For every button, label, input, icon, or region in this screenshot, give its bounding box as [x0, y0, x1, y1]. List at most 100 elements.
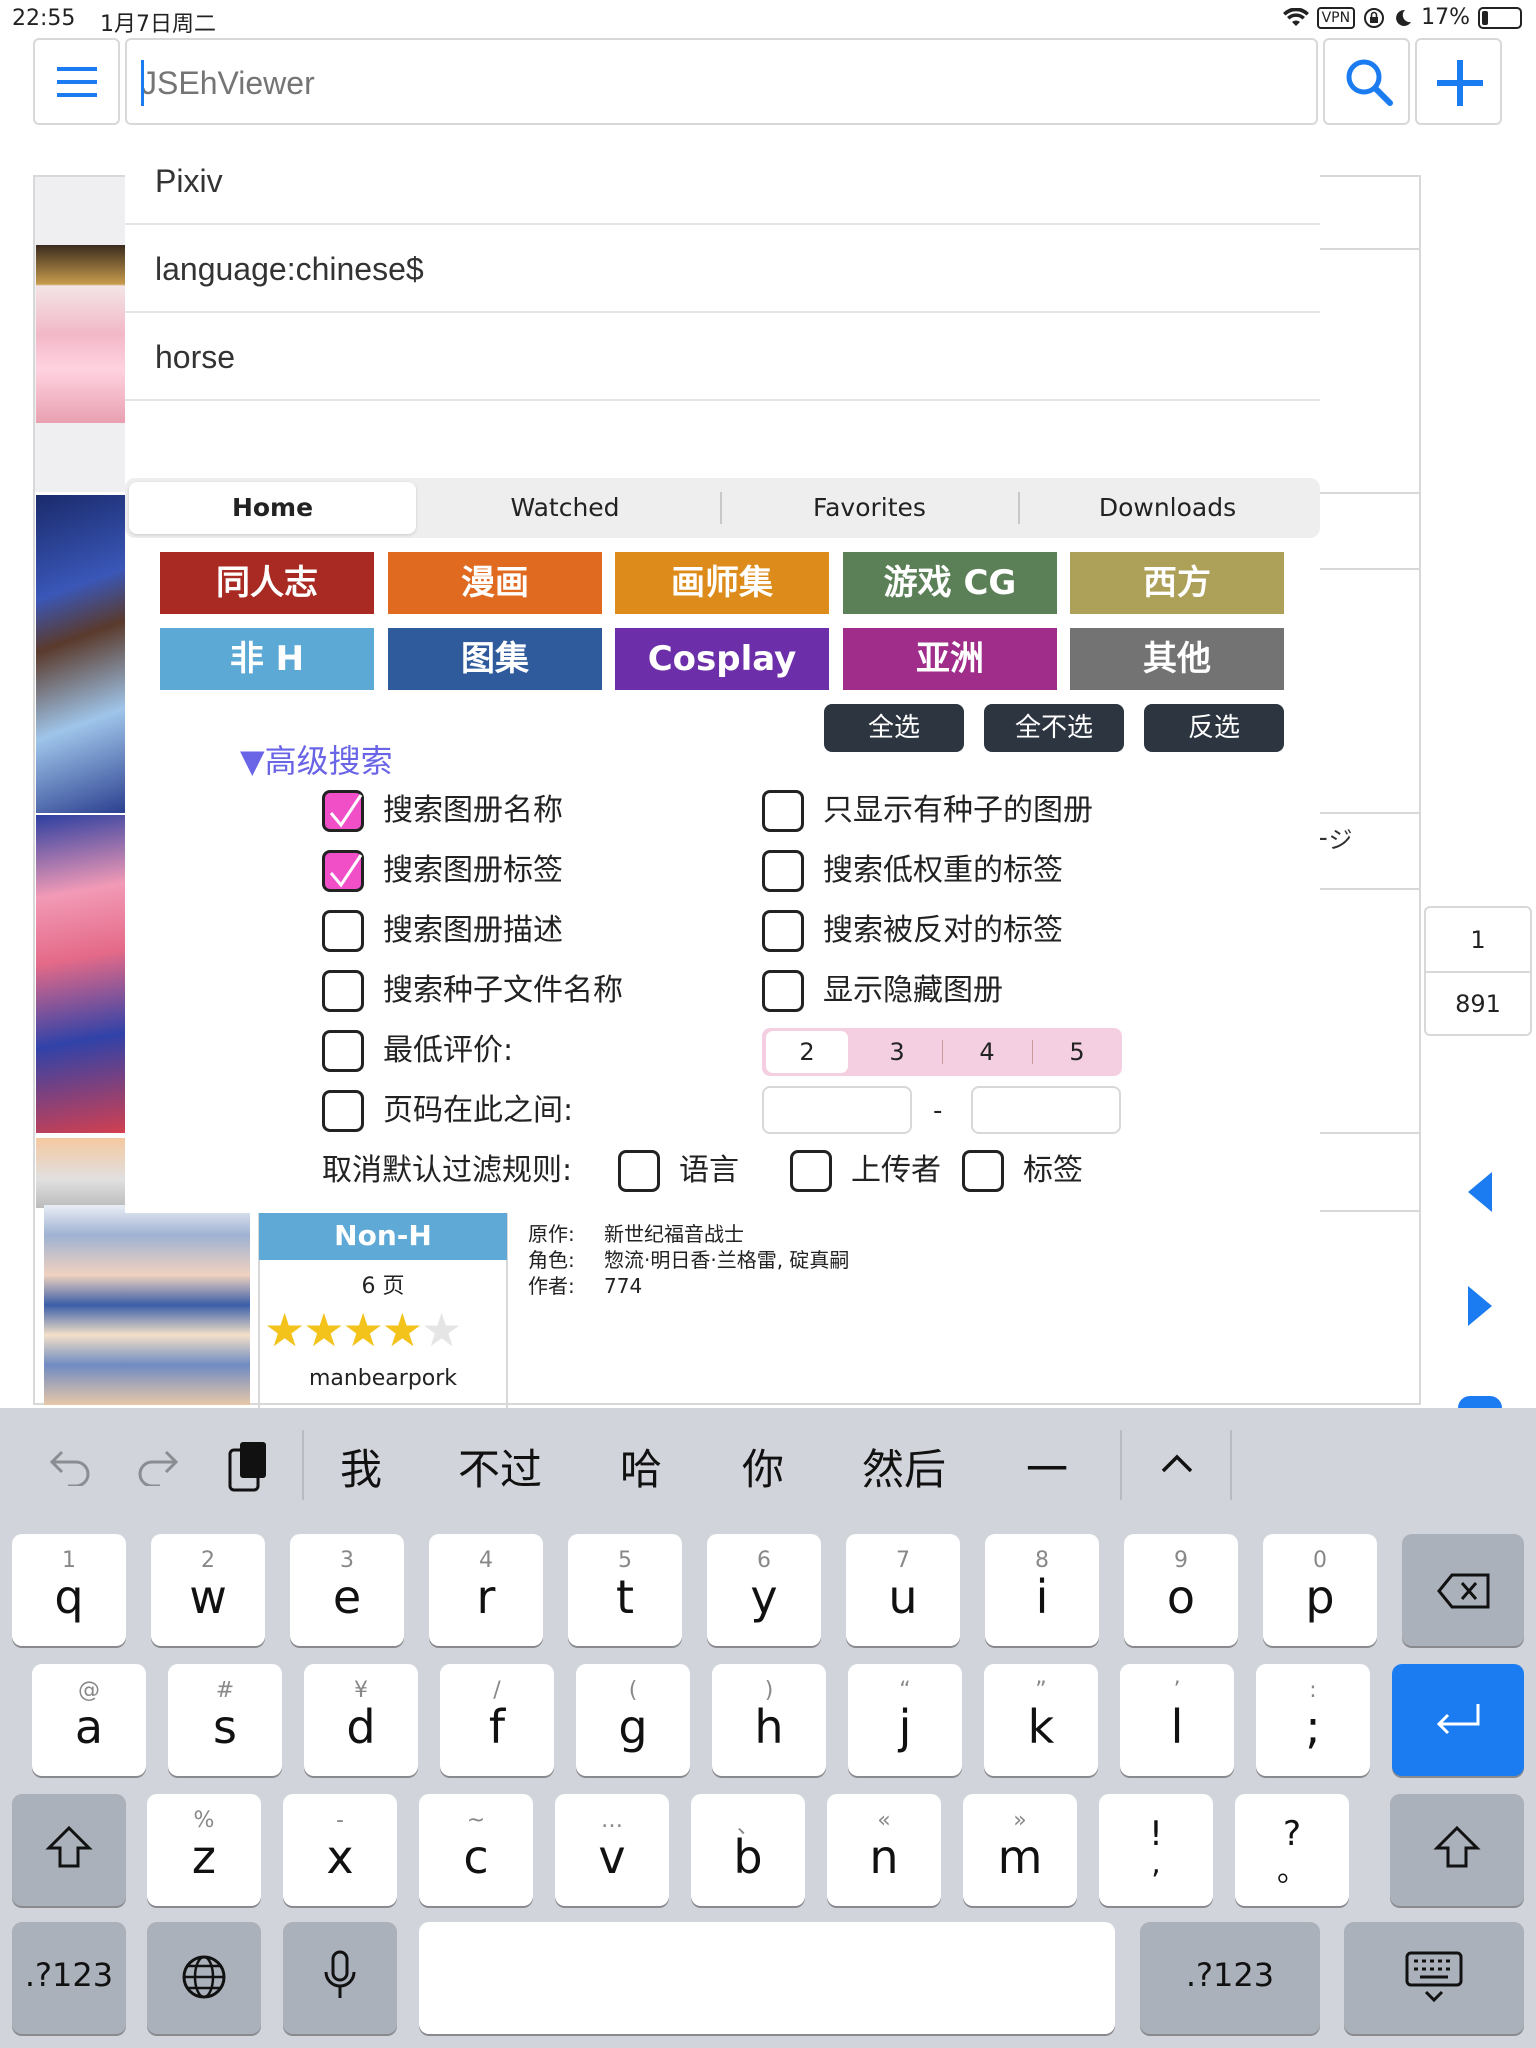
key-s[interactable]: # s: [168, 1664, 282, 1776]
advanced-search-toggle[interactable]: ▼高级搜索: [240, 736, 393, 782]
select-all-button[interactable]: 全选: [824, 704, 964, 752]
search-tags-checkbox[interactable]: [322, 850, 364, 892]
candidate-word[interactable]: 我: [340, 1436, 382, 1497]
prev-page-icon[interactable]: [1466, 1170, 1494, 1214]
candidate-word[interactable]: 一: [1026, 1436, 1068, 1497]
show-expunged-checkbox[interactable]: [762, 970, 804, 1012]
key-t[interactable]: 5t: [568, 1534, 682, 1646]
page-to-input[interactable]: [971, 1086, 1121, 1134]
candidate-word[interactable]: 不过: [458, 1436, 542, 1497]
return-key[interactable]: [1392, 1664, 1524, 1776]
low-power-tags-checkbox[interactable]: [762, 850, 804, 892]
hide-keyboard-key[interactable]: [1344, 1922, 1524, 2034]
torrent-only-checkbox[interactable]: [762, 790, 804, 832]
category-non-h[interactable]: 非 H: [160, 628, 374, 690]
tab-watched[interactable]: Watched: [416, 482, 714, 534]
key-y[interactable]: 6y: [707, 1534, 821, 1646]
key-l[interactable]: ’ l: [1120, 1664, 1234, 1776]
page-range-checkbox[interactable]: [322, 1090, 364, 1132]
tab-home[interactable]: Home: [129, 482, 416, 534]
key-j[interactable]: “j: [848, 1664, 962, 1776]
key-w[interactable]: 2w: [151, 1534, 265, 1646]
search-button[interactable]: [1323, 38, 1410, 125]
numbers-key-left[interactable]: .?123: [12, 1922, 126, 2034]
category-western[interactable]: 西方: [1070, 552, 1284, 614]
key-m[interactable]: » m: [963, 1794, 1077, 1906]
key-comma[interactable]: !,: [1099, 1794, 1213, 1906]
rating-option[interactable]: 5: [1036, 1031, 1118, 1073]
category-game-cg[interactable]: 游戏 CG: [843, 552, 1057, 614]
dictation-key[interactable]: [283, 1922, 397, 2034]
search-name-checkbox[interactable]: [322, 790, 364, 832]
gallery-thumbnail[interactable]: [44, 1205, 250, 1405]
rating-option[interactable]: 2: [766, 1031, 848, 1073]
key-q[interactable]: 1q: [12, 1534, 126, 1646]
next-page-icon[interactable]: [1466, 1284, 1494, 1328]
space-key[interactable]: [419, 1922, 1115, 2034]
disable-language-filter-checkbox[interactable]: [618, 1150, 660, 1192]
disable-uploader-filter-checkbox[interactable]: [790, 1150, 832, 1192]
gallery-thumbnail[interactable]: [36, 495, 126, 813]
key-f[interactable]: / f: [440, 1664, 554, 1776]
key-e[interactable]: 3e: [290, 1534, 404, 1646]
key-i[interactable]: 8i: [985, 1534, 1099, 1646]
numbers-key-right[interactable]: .?123: [1140, 1922, 1320, 2034]
redo-icon[interactable]: [136, 1446, 180, 1486]
category-manga[interactable]: 漫画: [388, 552, 602, 614]
invert-selection-button[interactable]: 反选: [1144, 704, 1284, 752]
key-n[interactable]: «n: [827, 1794, 941, 1906]
key-c[interactable]: ~ c: [419, 1794, 533, 1906]
suggestion-item[interactable]: horse: [125, 313, 1320, 401]
disable-tags-filter-checkbox[interactable]: [962, 1150, 1004, 1192]
gallery-thumbnail[interactable]: [36, 245, 126, 423]
page-from-input[interactable]: [762, 1086, 912, 1134]
key-g[interactable]: (g: [576, 1664, 690, 1776]
gallery-thumbnail[interactable]: [36, 1138, 126, 1208]
downvoted-tags-checkbox[interactable]: [762, 910, 804, 952]
category-misc[interactable]: 其他: [1070, 628, 1284, 690]
paste-icon[interactable]: [226, 1440, 270, 1494]
search-torrent-name-checkbox[interactable]: [322, 970, 364, 1012]
category-image-set[interactable]: 图集: [388, 628, 602, 690]
key-b[interactable]: 、 b: [691, 1794, 805, 1906]
key-period[interactable]: ?。: [1235, 1794, 1349, 1906]
key-semicolon[interactable]: :;: [1256, 1664, 1370, 1776]
key-x[interactable]: -x: [283, 1794, 397, 1906]
undo-icon[interactable]: [48, 1446, 92, 1486]
suggestion-item[interactable]: Pixiv: [125, 137, 1320, 225]
search-description-checkbox[interactable]: [322, 910, 364, 952]
search-field-container[interactable]: [125, 38, 1318, 125]
tab-favorites[interactable]: Favorites: [721, 482, 1018, 534]
add-button[interactable]: [1415, 38, 1502, 125]
globe-key[interactable]: [147, 1922, 261, 2034]
key-o[interactable]: 9o: [1124, 1534, 1238, 1646]
chevron-up-icon[interactable]: [1160, 1452, 1194, 1474]
menu-button[interactable]: [33, 38, 120, 125]
candidate-word[interactable]: 哈: [620, 1436, 662, 1497]
shift-key-left[interactable]: [12, 1794, 126, 1906]
key-h[interactable]: ) h: [712, 1664, 826, 1776]
select-none-button[interactable]: 全不选: [984, 704, 1124, 752]
rating-option[interactable]: 3: [856, 1031, 938, 1073]
category-asian-porn[interactable]: 亚洲: [843, 628, 1057, 690]
key-u[interactable]: 7u: [846, 1534, 960, 1646]
key-z[interactable]: % z: [147, 1794, 261, 1906]
key-r[interactable]: 4r: [429, 1534, 543, 1646]
search-input[interactable]: [141, 58, 1291, 108]
min-rating-checkbox[interactable]: [322, 1030, 364, 1072]
category-cosplay[interactable]: Cosplay: [615, 628, 829, 690]
tab-downloads[interactable]: Downloads: [1019, 482, 1316, 534]
key-v[interactable]: … v: [555, 1794, 669, 1906]
shift-key-right[interactable]: [1390, 1794, 1524, 1906]
candidate-word[interactable]: 然后: [862, 1436, 946, 1497]
backspace-key[interactable]: [1402, 1534, 1524, 1646]
key-p[interactable]: 0p: [1263, 1534, 1377, 1646]
page-indicator[interactable]: 1 891: [1424, 906, 1532, 1036]
key-d[interactable]: ¥ d: [304, 1664, 418, 1776]
category-doujinshi[interactable]: 同人志: [160, 552, 374, 614]
gallery-thumbnail[interactable]: [36, 815, 126, 1133]
key-k[interactable]: ” k: [984, 1664, 1098, 1776]
rating-option[interactable]: 4: [946, 1031, 1028, 1073]
candidate-word[interactable]: 你: [742, 1436, 784, 1497]
scroll-top-icon[interactable]: [1458, 1396, 1502, 1408]
